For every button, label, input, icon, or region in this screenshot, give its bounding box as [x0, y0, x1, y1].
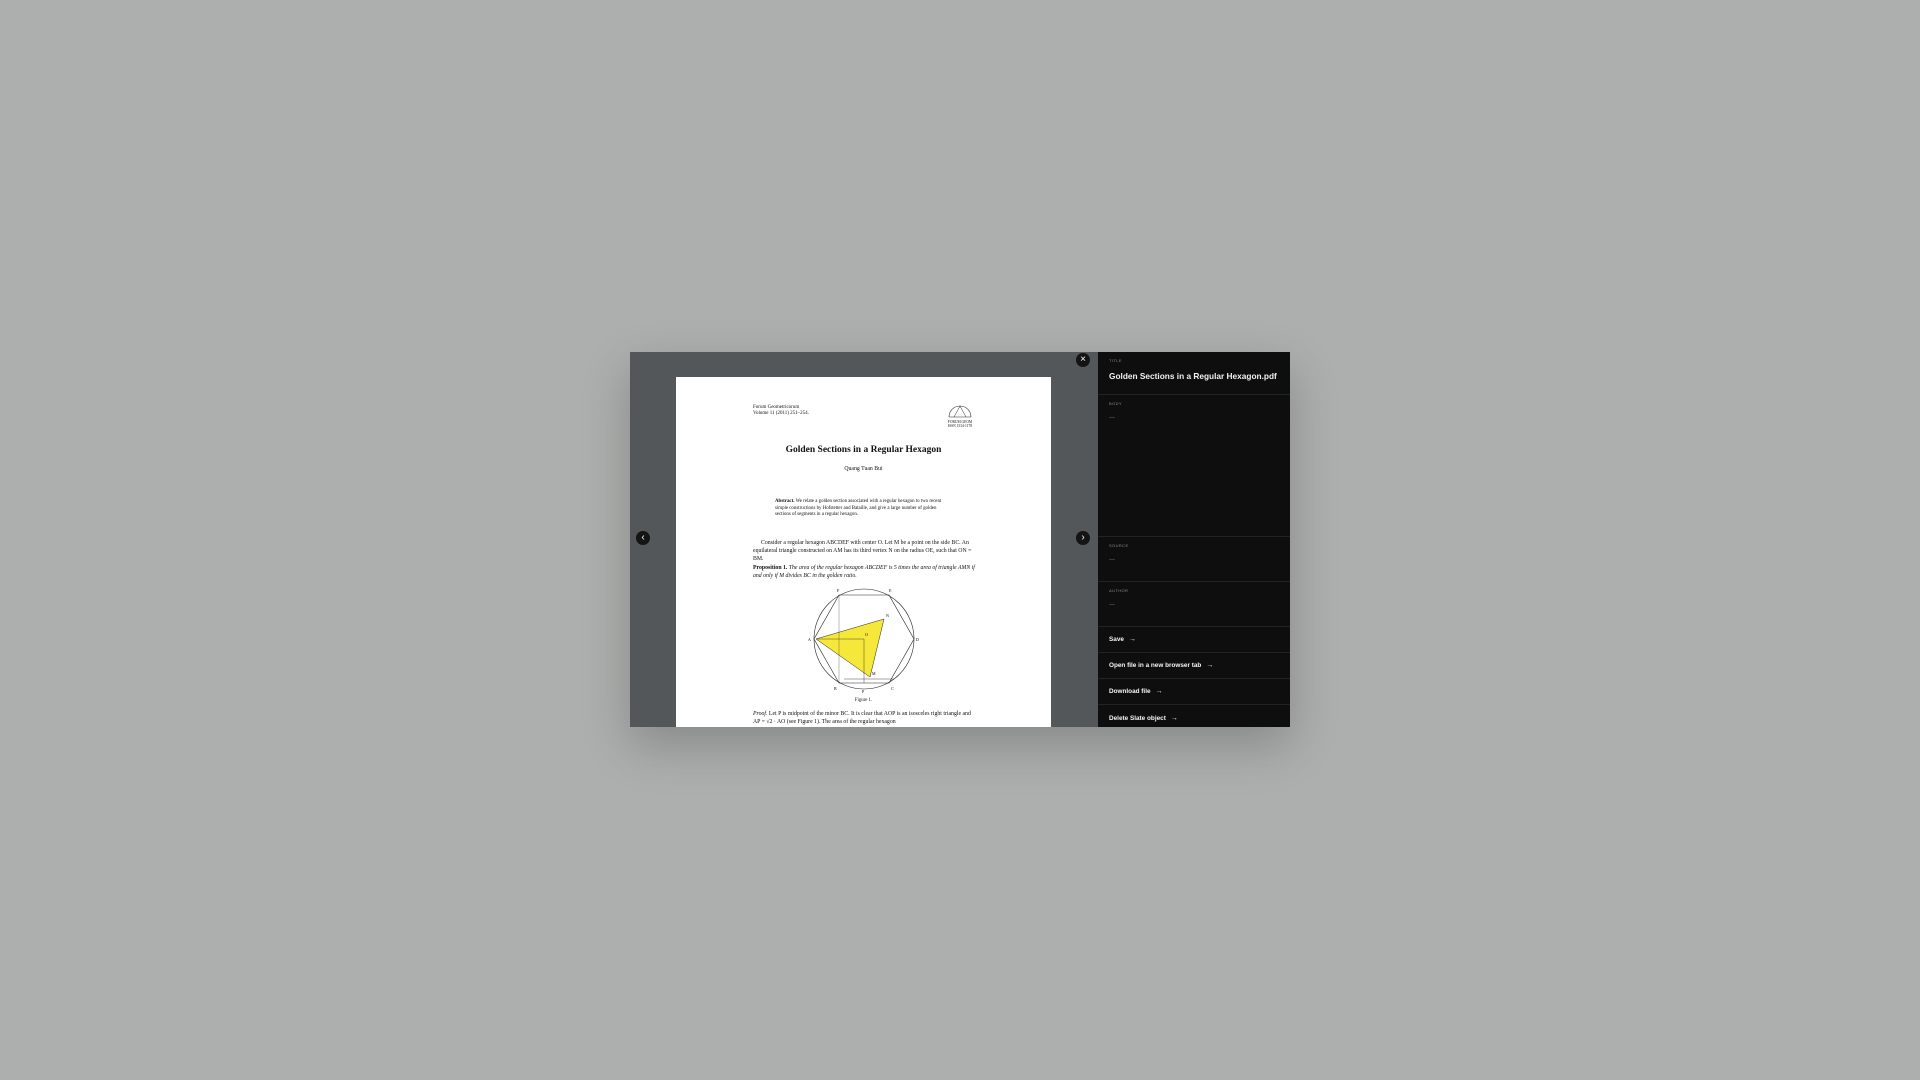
source-field[interactable]: —: [1109, 557, 1279, 563]
label-M: M: [872, 671, 876, 676]
body-field[interactable]: —: [1109, 415, 1279, 421]
journal-volume: Volume 11 (2011) 251–254.: [753, 410, 809, 416]
details-sidebar: Title Golden Sections in a Regular Hexag…: [1098, 352, 1290, 727]
next-file-button[interactable]: ›: [1076, 531, 1090, 545]
open-in-new-tab-label: Open file in a new browser tab: [1109, 662, 1202, 669]
abstract: Abstract. We relate a golden section ass…: [775, 499, 953, 519]
download-file-label: Download file: [1109, 688, 1151, 695]
delete-object-label: Delete Slate object: [1109, 714, 1166, 722]
download-file-button[interactable]: Download file →: [1098, 679, 1290, 705]
paper-author: Quang Tuan Bui: [844, 466, 883, 472]
file-preview-modal: Forum Geometricorum Volume 11 (2011) 251…: [630, 352, 1290, 727]
arrow-right-icon: →: [1155, 688, 1163, 695]
abstract-text: We relate a golden section associated wi…: [775, 499, 942, 517]
close-icon[interactable]: ×: [1076, 353, 1090, 367]
label-A: A: [808, 637, 811, 642]
delete-object-button[interactable]: Delete Slate object →: [1098, 705, 1290, 731]
pdf-page: Forum Geometricorum Volume 11 (2011) 251…: [676, 377, 1051, 727]
label-O: O: [865, 632, 868, 637]
proposition-text: The area of the regular hexagon ABCDEF i…: [753, 565, 975, 579]
label-N: N: [886, 613, 889, 618]
title-section: Title Golden Sections in a Regular Hexag…: [1098, 352, 1290, 395]
chevron-left-icon: ‹: [641, 532, 645, 543]
document-viewer: Forum Geometricorum Volume 11 (2011) 251…: [630, 352, 1098, 727]
proposition-label: Proposition 1.: [753, 565, 788, 571]
source-label: Source: [1109, 543, 1129, 548]
forum-geom-logo-icon: [948, 405, 972, 418]
arrow-right-icon: →: [1170, 714, 1178, 722]
figure-caption: Figure 1.: [854, 698, 873, 703]
proof-label: Proof.: [753, 711, 768, 717]
paper-title: Golden Sections in a Regular Hexagon: [785, 445, 942, 455]
arrow-right-icon: →: [1206, 662, 1214, 669]
journal-logo: FORUM GEOM ISSN 1534-1178: [944, 404, 976, 428]
figure-hexagon: F E A D B C O N M P: [804, 587, 924, 700]
label-F: F: [837, 588, 840, 593]
title-label: Title: [1109, 358, 1122, 363]
save-button[interactable]: Save →: [1098, 627, 1290, 653]
journal-header: Forum Geometricorum Volume 11 (2011) 251…: [753, 405, 809, 416]
open-in-new-tab-button[interactable]: Open file in a new browser tab →: [1098, 653, 1290, 679]
abstract-label: Abstract.: [775, 499, 795, 504]
label-C: C: [891, 686, 894, 691]
previous-file-button[interactable]: ‹: [636, 531, 650, 545]
author-section: Author —: [1098, 582, 1290, 627]
source-section: Source —: [1098, 537, 1290, 582]
body-label: Body: [1109, 401, 1122, 406]
arrow-right-icon: →: [1128, 636, 1136, 643]
author-field[interactable]: —: [1109, 602, 1279, 608]
title-field[interactable]: Golden Sections in a Regular Hexagon.pdf: [1109, 371, 1279, 381]
proof: Proof. Let P is midpoint of the minor BC…: [753, 711, 976, 727]
hexagon-figure: F E A D B C O N M P: [808, 588, 919, 694]
save-label: Save: [1109, 636, 1124, 643]
label-E: E: [889, 588, 892, 593]
chevron-right-icon: ›: [1081, 532, 1085, 543]
paragraph-intro: Consider a regular hexagon ABCDEF with c…: [753, 540, 972, 562]
label-P: P: [862, 689, 865, 694]
body-section: Body —: [1098, 395, 1290, 537]
label-B: B: [834, 686, 837, 691]
proposition: Proposition 1. The area of the regular h…: [753, 565, 976, 581]
proof-text: Let P is midpoint of the minor BC. It is…: [753, 711, 971, 725]
issn: ISSN 1534-1178: [947, 424, 973, 428]
label-D: D: [916, 637, 919, 642]
author-label: Author: [1109, 588, 1129, 593]
